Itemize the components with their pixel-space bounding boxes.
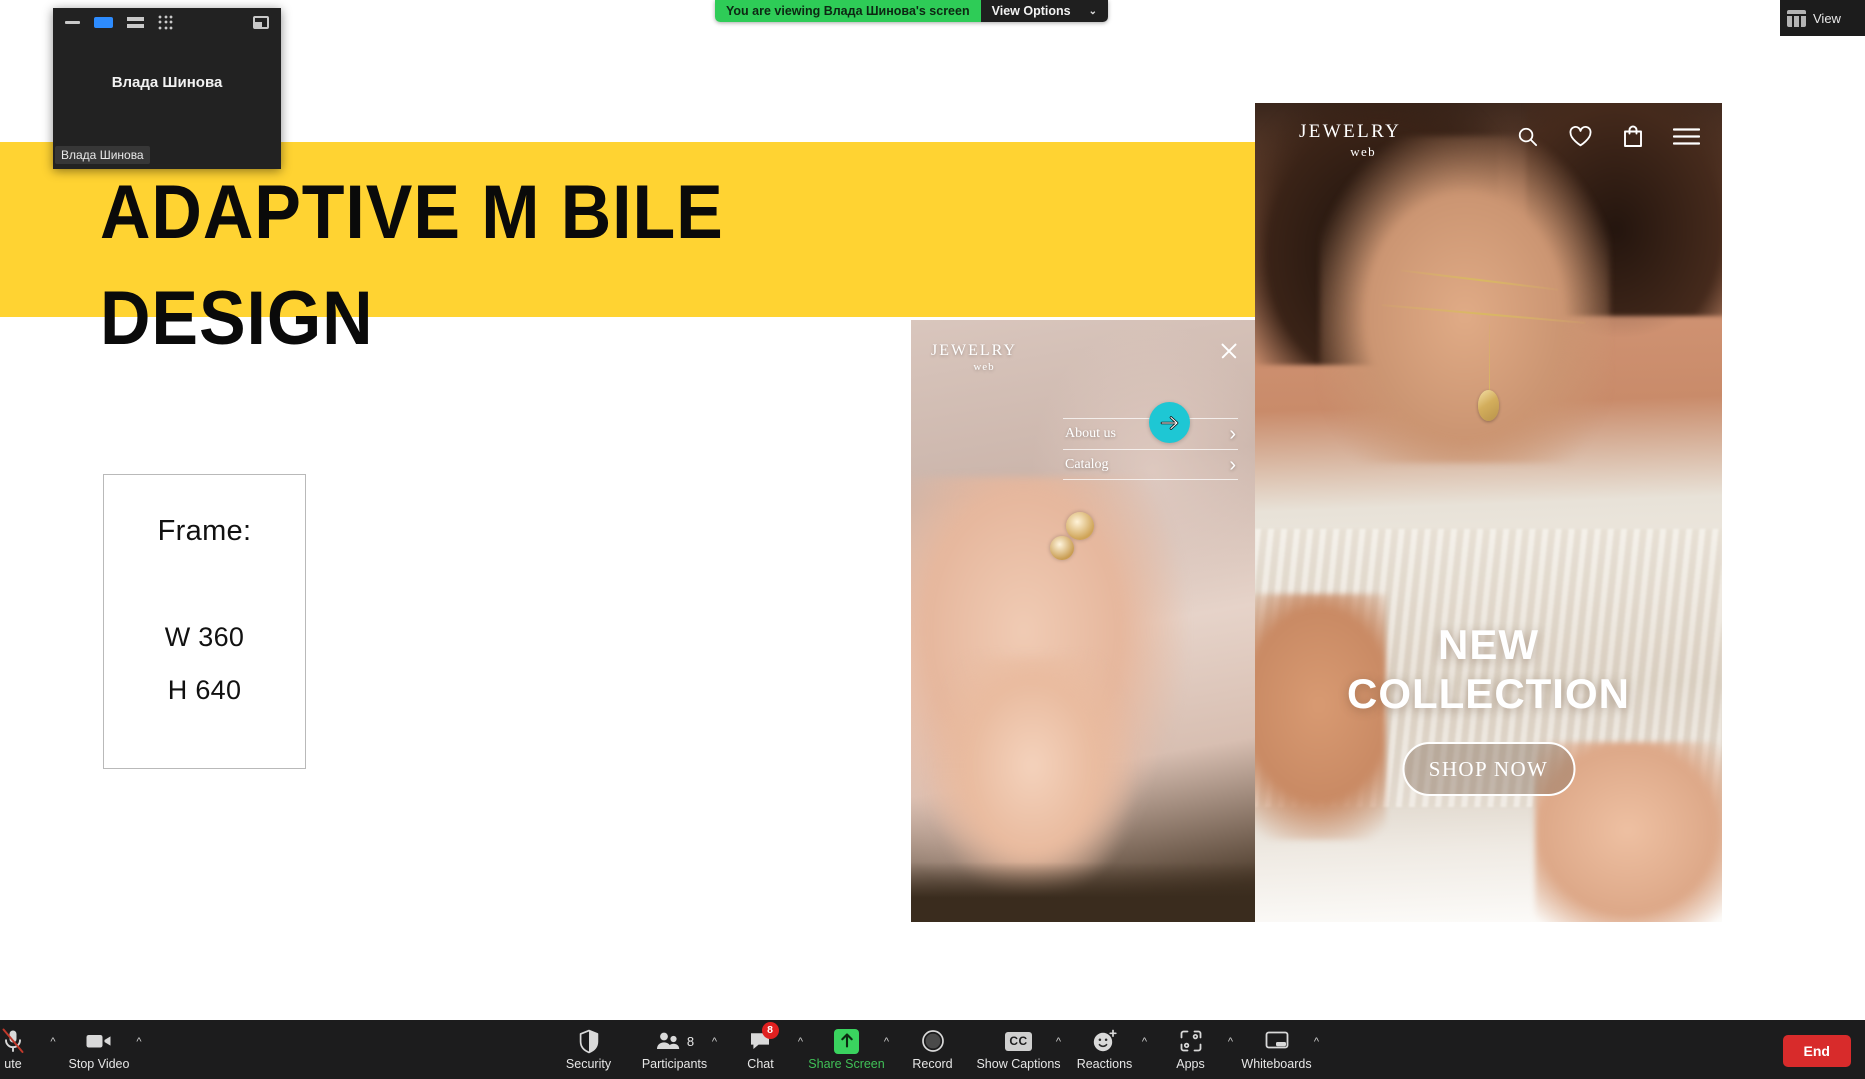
toolbar-left-group: ute ^ Stop Video ^ [0, 1022, 142, 1079]
unmute-label: ute [4, 1057, 22, 1071]
hero-headline: NEW COLLECTION [1347, 621, 1630, 717]
video-camera-icon [85, 1028, 113, 1054]
view-button[interactable]: View [1780, 0, 1865, 36]
speaker-view-icon[interactable] [94, 16, 113, 28]
shield-icon [578, 1028, 600, 1054]
stop-video-button[interactable]: Stop Video ^ [56, 1022, 142, 1079]
frame-info-card: Frame: W 360 H 640 [103, 474, 306, 769]
share-screen-button[interactable]: Share Screen ^ [804, 1022, 890, 1079]
apps-label: Apps [1176, 1057, 1205, 1071]
close-icon[interactable] [1218, 340, 1240, 362]
show-captions-button[interactable]: CC Show Captions ^ [976, 1022, 1062, 1079]
screen-share-banner: You are viewing Влада Шинова's screen Vi… [715, 0, 1108, 22]
menu-item-catalog[interactable]: Catalog › [1063, 449, 1238, 480]
whiteboard-icon [1264, 1028, 1290, 1054]
apps-button[interactable]: Apps ^ [1148, 1022, 1234, 1079]
mobile-mockup-menu: JEWELRY web About us › Catalog › [911, 320, 1256, 922]
stop-video-caret-icon[interactable]: ^ [132, 1036, 146, 1048]
grid-view-icon[interactable] [158, 14, 173, 30]
participants-label: Participants [641, 1057, 708, 1071]
photo-ring-1 [1066, 512, 1094, 540]
frame-card-title: Frame: [157, 515, 252, 547]
whiteboards-label: Whiteboards [1241, 1057, 1312, 1071]
toolbar-center-group: Security 8 Participants ^ 8 Chat ^ Share… [546, 1022, 1320, 1079]
whiteboards-caret-icon[interactable]: ^ [1310, 1036, 1324, 1048]
share-screen-label: Share Screen [808, 1057, 885, 1071]
frame-width-value: W 360 [164, 622, 245, 652]
hero-logo: JEWELRY web [1299, 121, 1401, 160]
photo-pendant [1478, 389, 1500, 421]
thumbnail-name-label: Влада Шинова [55, 146, 150, 164]
hero-logo-primary: JEWELRY [1299, 121, 1402, 142]
chevron-right-icon: › [1229, 453, 1236, 476]
popout-icon[interactable] [253, 16, 269, 29]
frame-height-value: H 640 [167, 675, 242, 705]
stop-video-label: Stop Video [68, 1057, 130, 1071]
photo-ring-2 [1050, 536, 1074, 560]
hamburger-menu-icon[interactable] [1673, 127, 1700, 146]
chat-button[interactable]: 8 Chat ^ [718, 1022, 804, 1079]
hero-icon-bar [1516, 124, 1700, 148]
share-screen-icon [834, 1028, 859, 1054]
photo-bottom-shadow [911, 861, 1256, 922]
record-button[interactable]: Record [890, 1022, 976, 1079]
thumbnail-control-bar [53, 8, 281, 36]
record-label: Record [912, 1057, 953, 1071]
end-meeting-button[interactable]: End [1782, 1035, 1851, 1067]
meeting-toolbar: ute ^ Stop Video ^ Security 8 Participan… [0, 1020, 1865, 1079]
cc-text: CC [1005, 1031, 1032, 1051]
view-button-label: View [1813, 10, 1841, 26]
thumbnail-participant-name: Влада Шинова [111, 74, 223, 91]
menu-logo-secondary: web [973, 361, 995, 373]
split-view-icon[interactable] [127, 16, 144, 28]
menu-item-label: About us [1065, 426, 1116, 441]
shopping-bag-icon[interactable] [1622, 124, 1644, 148]
whiteboards-button[interactable]: Whiteboards ^ [1234, 1022, 1320, 1079]
participants-count: 8 [686, 1033, 695, 1049]
apps-icon [1179, 1028, 1203, 1054]
microphone-muted-icon [1, 1028, 25, 1054]
heart-icon[interactable] [1568, 125, 1593, 148]
minimize-icon[interactable] [65, 20, 80, 24]
unmute-button[interactable]: ute ^ [0, 1022, 56, 1079]
chat-label: Chat [747, 1057, 774, 1071]
security-label: Security [565, 1057, 612, 1071]
shop-now-button[interactable]: SHOP NOW [1402, 742, 1575, 796]
toolbar-right-group: End [1782, 1035, 1851, 1067]
figma-prototype-cursor-icon [1149, 402, 1190, 443]
view-options-button[interactable]: View Options ⌄ [980, 0, 1108, 22]
mobile-mockup-hero: JEWELRY web NEW COLLECTION SHOP NOW [1255, 103, 1722, 922]
reactions-label: Reactions [1076, 1057, 1133, 1071]
reactions-button[interactable]: Reactions ^ [1062, 1022, 1148, 1079]
view-options-label: View Options [991, 4, 1071, 18]
chevron-down-icon: ⌄ [1088, 5, 1097, 17]
show-captions-label: Show Captions [976, 1057, 1061, 1071]
security-button[interactable]: Security [546, 1022, 632, 1079]
zoom-meeting-window: ADAPTIVE M BILE DESIGN Frame: W 360 H 64… [0, 0, 1865, 1079]
chevron-right-icon: › [1229, 423, 1236, 445]
menu-logo: JEWELRY web [931, 342, 1017, 373]
speaker-thumbnail-window[interactable]: Влада Шинова Влада Шинова [53, 8, 281, 169]
record-icon [921, 1028, 945, 1054]
participants-icon: 8 [655, 1028, 694, 1054]
menu-logo-primary: JEWELRY [931, 342, 1017, 359]
menu-item-label: Catalog [1065, 456, 1109, 472]
photo-pendant-chain [1488, 324, 1490, 398]
photo-neck [1320, 135, 1610, 464]
search-icon[interactable] [1516, 125, 1539, 148]
hero-logo-secondary: web [1350, 144, 1377, 159]
closed-captions-icon: CC [1005, 1028, 1032, 1054]
participants-button[interactable]: 8 Participants ^ [632, 1022, 718, 1079]
share-banner-message: You are viewing Влада Шинова's screen [715, 0, 981, 22]
gallery-view-icon [1787, 9, 1806, 27]
chat-unread-badge: 8 [761, 1022, 779, 1039]
reactions-icon [1092, 1028, 1118, 1054]
